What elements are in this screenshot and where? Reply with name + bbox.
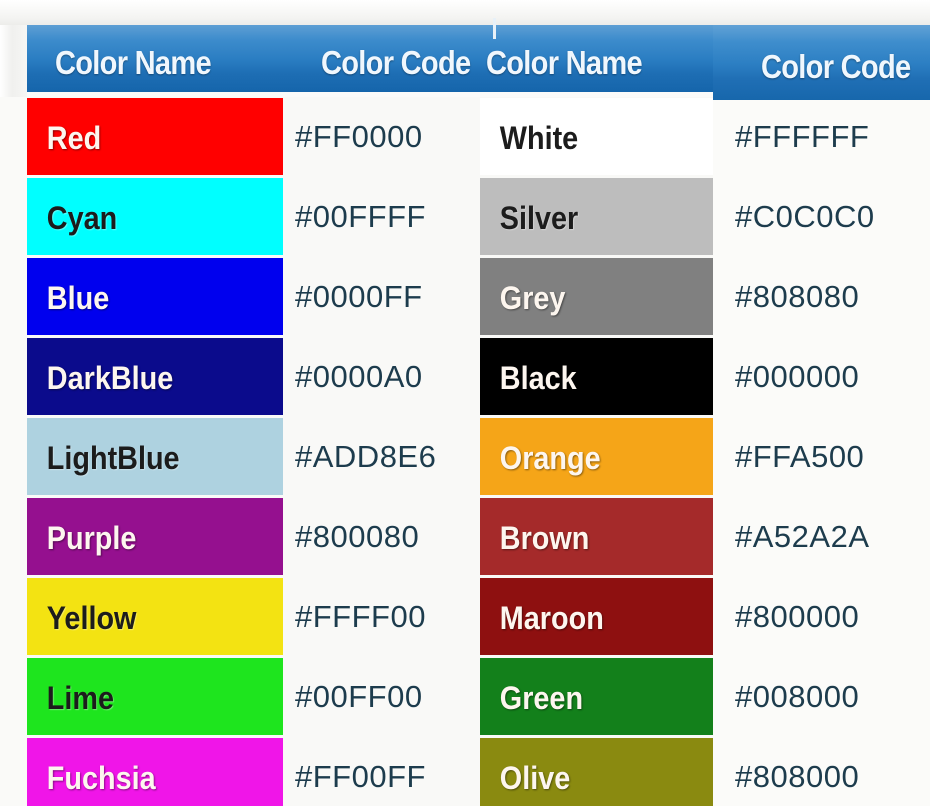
color-swatch-cell[interactable]: Grey <box>480 258 713 335</box>
color-name-label: DarkBlue <box>46 359 174 396</box>
color-table-body: Red #FF0000 White #FFFFFF Cyan #00FFFF Silver #… <box>0 97 930 806</box>
color-code-value: #808000 <box>735 759 860 794</box>
color-name-label: Blue <box>46 279 110 316</box>
color-swatch-cell[interactable]: Lime <box>27 658 283 735</box>
color-code-value: #0000FF <box>295 279 423 314</box>
header-cell-color-name-2[interactable]: Color Name <box>480 25 713 92</box>
color-swatch-cell[interactable]: Olive <box>480 738 713 806</box>
header-label-color-code-1: Color Code <box>321 44 471 81</box>
color-code-value: #FFA500 <box>735 439 865 474</box>
color-name-label: Black <box>499 359 577 396</box>
color-name-label: Yellow <box>46 599 137 636</box>
color-name-label: Maroon <box>499 599 604 636</box>
color-name-label: Orange <box>499 439 601 476</box>
header-label-color-name-1: Color Name <box>55 44 212 81</box>
header-label-color-name-2: Color Name <box>486 44 643 81</box>
color-swatch-cell[interactable]: White <box>480 98 713 175</box>
color-code-value: #ADD8E6 <box>295 439 437 474</box>
color-name-label: Olive <box>499 759 571 796</box>
color-code-value: #808080 <box>735 279 860 314</box>
color-swatch-cell[interactable]: Black <box>480 338 713 415</box>
color-name-label: Red <box>46 119 102 156</box>
color-code-value: #00FFFF <box>295 199 426 234</box>
color-name-label: Silver <box>499 199 579 236</box>
color-code-value: #0000A0 <box>295 359 423 394</box>
color-name-label: White <box>499 119 579 156</box>
color-name-label: Green <box>499 679 584 716</box>
color-swatch-cell[interactable]: Cyan <box>27 178 283 255</box>
color-swatch-cell[interactable]: Maroon <box>480 578 713 655</box>
color-swatch-cell[interactable]: Orange <box>480 418 713 495</box>
table-row: DarkBlue #0000A0 Black #000000 <box>0 337 930 417</box>
table-row: Cyan #00FFFF Silver #C0C0C0 <box>0 177 930 257</box>
table-row: Fuchsia #FF00FF Olive #808000 <box>0 737 930 806</box>
color-code-value: #00FF00 <box>295 679 423 714</box>
color-name-label: Lime <box>46 679 115 716</box>
color-name-label: LightBlue <box>46 439 180 476</box>
table-row: Blue #0000FF Grey #808080 <box>0 257 930 337</box>
table-row: Red #FF0000 White #FFFFFF <box>0 97 930 177</box>
color-code-value: #800080 <box>295 519 420 554</box>
color-code-value: #A52A2A <box>735 519 870 554</box>
color-code-value: #FF00FF <box>295 759 426 794</box>
color-code-value: #FFFF00 <box>295 599 426 634</box>
header-cell-color-code-2[interactable]: Color Code <box>713 25 930 100</box>
color-code-value: #FFFFFF <box>735 119 870 154</box>
color-swatch-cell[interactable]: Blue <box>27 258 283 335</box>
color-swatch-cell[interactable]: LightBlue <box>27 418 283 495</box>
color-swatch-cell[interactable]: DarkBlue <box>27 338 283 415</box>
color-swatch-cell[interactable]: Silver <box>480 178 713 255</box>
color-swatch-cell[interactable]: Fuchsia <box>27 738 283 806</box>
color-name-label: Purple <box>46 519 137 556</box>
color-table-page: Color Name Color Code Color Name Color C… <box>0 0 930 806</box>
table-row: Purple #800080 Brown #A52A2A <box>0 497 930 577</box>
color-swatch-cell[interactable]: Red <box>27 98 283 175</box>
color-code-value: #C0C0C0 <box>735 199 875 234</box>
table-row: LightBlue #ADD8E6 Orange #FFA500 <box>0 417 930 497</box>
header-cell-color-code-1[interactable]: Color Code <box>283 25 480 92</box>
color-code-value: #800000 <box>735 599 860 634</box>
color-swatch-cell[interactable]: Green <box>480 658 713 735</box>
header-cell-color-name-1[interactable]: Color Name <box>27 25 283 92</box>
color-name-label: Grey <box>499 279 566 316</box>
color-swatch-cell[interactable]: Yellow <box>27 578 283 655</box>
color-name-label: Brown <box>499 519 590 556</box>
color-code-value: #000000 <box>735 359 860 394</box>
color-name-label: Fuchsia <box>46 759 156 796</box>
color-swatch-cell[interactable]: Brown <box>480 498 713 575</box>
color-code-value: #FF0000 <box>295 119 423 154</box>
table-row: Yellow #FFFF00 Maroon #800000 <box>0 577 930 657</box>
header-label-color-code-2: Color Code <box>761 48 911 85</box>
color-swatch-cell[interactable]: Purple <box>27 498 283 575</box>
table-row: Lime #00FF00 Green #008000 <box>0 657 930 737</box>
color-code-value: #008000 <box>735 679 860 714</box>
header-divider-tick <box>493 18 496 39</box>
color-name-label: Cyan <box>46 199 118 236</box>
table-header-row: Color Name Color Code Color Name Color C… <box>27 25 930 100</box>
